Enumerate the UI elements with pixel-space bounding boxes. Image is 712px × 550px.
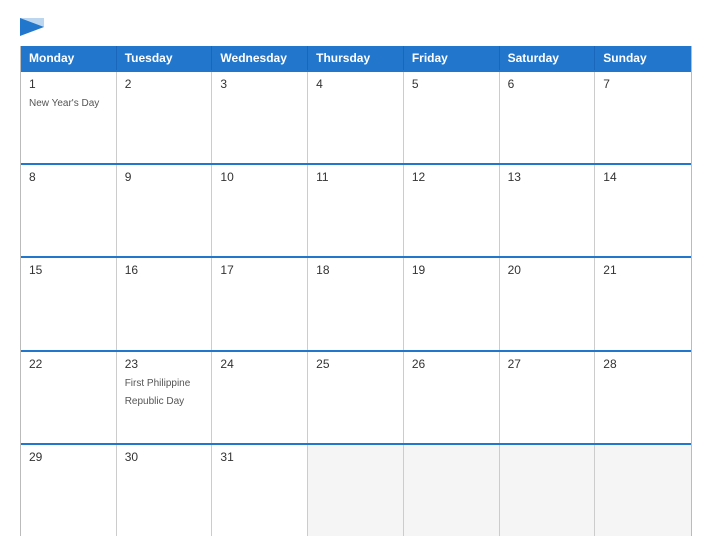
day-cell — [404, 445, 500, 536]
day-number: 19 — [412, 263, 491, 277]
day-header-saturday: Saturday — [500, 46, 596, 70]
day-cell: 12 — [404, 165, 500, 256]
day-cell: 20 — [500, 258, 596, 349]
day-cell: 15 — [21, 258, 117, 349]
day-number: 21 — [603, 263, 683, 277]
day-cell: 29 — [21, 445, 117, 536]
day-event: New Year's Day — [29, 98, 99, 109]
day-number: 2 — [125, 77, 204, 91]
day-number: 1 — [29, 77, 108, 91]
day-cell: 19 — [404, 258, 500, 349]
day-number: 12 — [412, 170, 491, 184]
day-cell: 5 — [404, 72, 500, 163]
day-cell: 24 — [212, 352, 308, 443]
week-row-2: 8 9 10 11 12 13 14 — [21, 163, 691, 256]
day-cell: 7 — [595, 72, 691, 163]
weeks: 1New Year's Day2345678910111213141516171… — [21, 70, 691, 536]
day-header-wednesday: Wednesday — [212, 46, 308, 70]
day-cell: 1 New Year's Day — [21, 72, 117, 163]
day-number: 23 — [125, 357, 204, 371]
week-row-4: 22 23 First Philippine Republic Day 24 25 26 2… — [21, 350, 691, 443]
day-number: 3 — [220, 77, 299, 91]
day-cell: 6 — [500, 72, 596, 163]
day-number: 26 — [412, 357, 491, 371]
day-number: 6 — [508, 77, 587, 91]
day-number: 29 — [29, 450, 108, 464]
day-cell: 11 — [308, 165, 404, 256]
day-cell: 4 — [308, 72, 404, 163]
day-header-friday: Friday — [404, 46, 500, 70]
day-cell: 27 — [500, 352, 596, 443]
calendar-container: MondayTuesdayWednesdayThursdayFridaySatu… — [0, 0, 712, 550]
day-cell: 18 — [308, 258, 404, 349]
day-number: 17 — [220, 263, 299, 277]
week-row-3: 15 16 17 18 19 20 21 — [21, 256, 691, 349]
day-cell: 16 — [117, 258, 213, 349]
day-number: 5 — [412, 77, 491, 91]
day-number: 30 — [125, 450, 204, 464]
day-cell: 22 — [21, 352, 117, 443]
day-cell: 14 — [595, 165, 691, 256]
day-number: 11 — [316, 170, 395, 184]
day-number: 9 — [125, 170, 204, 184]
logo-flag-icon — [20, 18, 44, 36]
day-header-monday: Monday — [21, 46, 117, 70]
day-header-thursday: Thursday — [308, 46, 404, 70]
day-cell: 23 First Philippine Republic Day — [117, 352, 213, 443]
day-number: 18 — [316, 263, 395, 277]
day-header-sunday: Sunday — [595, 46, 691, 70]
logo — [20, 18, 44, 34]
day-number: 10 — [220, 170, 299, 184]
day-cell — [595, 445, 691, 536]
week-row-1: 1 New Year's Day 2 3 4 5 6 7 — [21, 70, 691, 163]
day-number: 15 — [29, 263, 108, 277]
day-cell: 31 — [212, 445, 308, 536]
day-event: First Philippine Republic Day — [125, 378, 191, 407]
day-cell: 30 — [117, 445, 213, 536]
day-cell: 21 — [595, 258, 691, 349]
day-cell — [308, 445, 404, 536]
day-number: 28 — [603, 357, 683, 371]
day-number: 8 — [29, 170, 108, 184]
day-number: 24 — [220, 357, 299, 371]
day-number: 31 — [220, 450, 299, 464]
day-cell — [500, 445, 596, 536]
day-cell: 26 — [404, 352, 500, 443]
day-cell: 10 — [212, 165, 308, 256]
calendar-grid: MondayTuesdayWednesdayThursdayFridaySatu… — [20, 46, 692, 536]
day-cell: 3 — [212, 72, 308, 163]
calendar-header — [20, 18, 692, 34]
day-number: 25 — [316, 357, 395, 371]
day-number: 27 — [508, 357, 587, 371]
day-number: 4 — [316, 77, 395, 91]
day-cell: 25 — [308, 352, 404, 443]
day-cell: 13 — [500, 165, 596, 256]
day-cell: 2 — [117, 72, 213, 163]
day-headers: MondayTuesdayWednesdayThursdayFridaySatu… — [21, 46, 691, 70]
day-cell: 17 — [212, 258, 308, 349]
day-number: 22 — [29, 357, 108, 371]
week-row-5: 29 30 31 — [21, 443, 691, 536]
day-cell: 8 — [21, 165, 117, 256]
day-number: 16 — [125, 263, 204, 277]
day-number: 7 — [603, 77, 683, 91]
day-number: 20 — [508, 263, 587, 277]
day-number: 13 — [508, 170, 587, 184]
day-cell: 9 — [117, 165, 213, 256]
day-header-tuesday: Tuesday — [117, 46, 213, 70]
day-number: 14 — [603, 170, 683, 184]
day-cell: 28 — [595, 352, 691, 443]
